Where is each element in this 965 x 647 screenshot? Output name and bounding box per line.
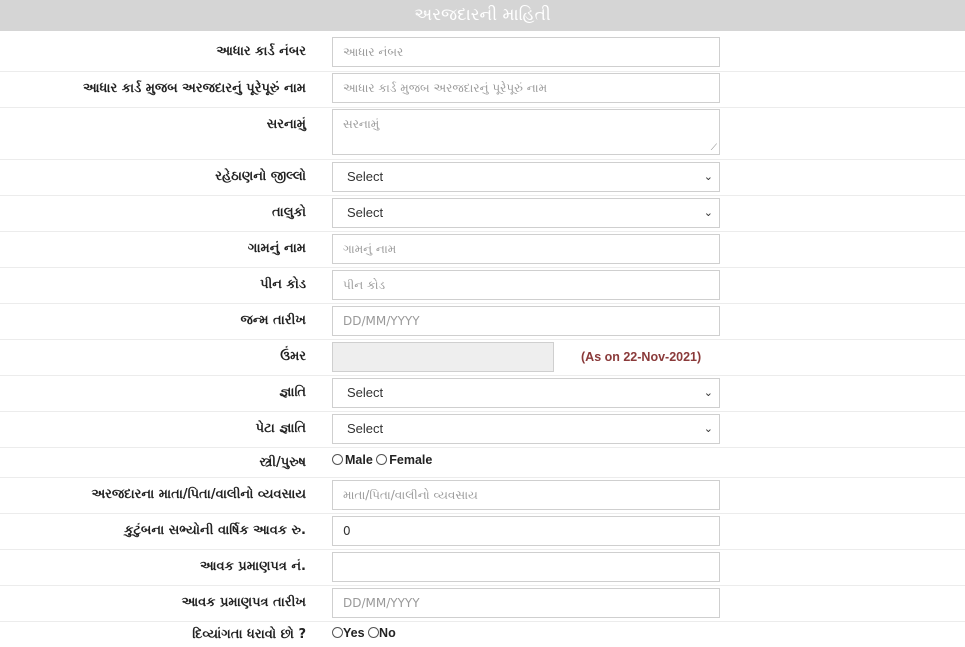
aadhaar-label: આધાર કાર્ડ નંબર	[216, 44, 306, 59]
row-income: કુટુંબના સભ્યોની વાર્ષિક આવક રુ. 0	[0, 513, 965, 550]
row-pincode: પીન કોડ પીન કોડ	[0, 267, 965, 304]
dob-label: જન્મ તારીખ	[240, 313, 306, 328]
row-income-cert-no: આવક પ્રમાણપત્ર નં.	[0, 549, 965, 586]
income-cert-date-label: આવક પ્રમાણપત્ર તારીખ	[181, 595, 306, 610]
row-disability: દિવ્યાંગતા ધરાવો છો ? Yes No	[0, 621, 965, 647]
chevron-down-icon: ⌄	[703, 387, 713, 399]
section-title: અરજદારની માહિતી	[0, 0, 965, 31]
row-name: આધાર કાર્ડ મુજબ અરજદારનું પૂરેપૂરું નામ …	[0, 71, 965, 108]
disability-radio-group: Yes No	[332, 626, 396, 640]
gender-radio-group: Male Female	[332, 453, 432, 467]
income-label: કુટુંબના સભ્યોની વાર્ષિક આવક રુ.	[124, 523, 306, 538]
no-label[interactable]: No	[379, 626, 396, 640]
aadhaar-input[interactable]: આધાર નંબર	[332, 37, 720, 67]
row-gender: સ્ત્રી/પુરુષ Male Female	[0, 447, 965, 478]
income-input[interactable]: 0	[332, 516, 720, 546]
address-textarea[interactable]: સરનામું ⟋	[332, 109, 720, 155]
age-as-on-note: (As on 22-Nov-2021)	[581, 350, 702, 364]
chevron-down-icon: ⌄	[703, 171, 713, 183]
village-input[interactable]: ગામનું નામ	[332, 234, 720, 264]
caste-select[interactable]: Select ⌄	[332, 378, 720, 408]
row-district: રહેઠાણનો જીલ્લો Select ⌄	[0, 159, 965, 196]
subcaste-label: પેટા જ્ઞાતિ	[255, 421, 306, 436]
caste-label: જ્ઞાતિ	[279, 385, 306, 400]
village-label: ગામનું નામ	[247, 241, 306, 256]
row-occupation: અરજદારના માતા/પિતા/વાલીનો વ્યવસાય માતા/પ…	[0, 477, 965, 514]
row-aadhaar: આધાર કાર્ડ નંબર આધાર નંબર	[0, 31, 965, 72]
name-input[interactable]: આધાર કાર્ડ મુજબ અરજદારનું પૂરેપૂરું નામ	[332, 73, 720, 103]
address-label: સરનામું	[266, 117, 306, 132]
row-dob: જન્મ તારીખ DD/MM/YYYY	[0, 303, 965, 340]
row-taluka: તાલુકો Select ⌄	[0, 195, 965, 232]
dob-input[interactable]: DD/MM/YYYY	[332, 306, 720, 336]
row-income-cert-date: આવક પ્રમાણપત્ર તારીખ DD/MM/YYYY	[0, 585, 965, 622]
subcaste-selected: Select	[347, 421, 384, 436]
income-cert-no-input[interactable]	[332, 552, 720, 582]
name-label: આધાર કાર્ડ મુજબ અરજદારનું પૂરેપૂરું નામ	[82, 81, 306, 96]
yes-radio[interactable]	[332, 627, 343, 638]
taluka-selected: Select	[347, 205, 384, 220]
row-age: ઉંમર (As on 22-Nov-2021)	[0, 339, 965, 376]
occupation-label: અરજદારના માતા/પિતા/વાલીનો વ્યવસાય	[91, 487, 306, 502]
male-radio[interactable]	[332, 454, 343, 465]
female-label[interactable]: Female	[389, 453, 432, 467]
gender-label: સ્ત્રી/પુરુષ	[259, 455, 306, 470]
resize-grip-icon[interactable]: ⟋	[711, 144, 717, 153]
row-address: સરનામું સરનામું ⟋	[0, 107, 965, 160]
occupation-input[interactable]: માતા/પિતા/વાલીનો વ્યવસાય	[332, 480, 720, 510]
age-label: ઉંમર	[280, 349, 306, 364]
taluka-label: તાલુકો	[271, 205, 306, 220]
no-radio[interactable]	[368, 627, 380, 638]
district-selected: Select	[347, 169, 384, 184]
district-label: રહેઠાણનો જીલ્લો	[215, 169, 306, 184]
caste-selected: Select	[347, 385, 384, 400]
address-placeholder: સરનામું	[343, 117, 380, 131]
male-label[interactable]: Male	[345, 453, 373, 467]
chevron-down-icon: ⌄	[703, 207, 713, 219]
row-village: ગામનું નામ ગામનું નામ	[0, 231, 965, 268]
yes-label[interactable]: Yes	[343, 626, 365, 640]
row-subcaste: પેટા જ્ઞાતિ Select ⌄	[0, 411, 965, 448]
district-select[interactable]: Select ⌄	[332, 162, 720, 192]
row-caste: જ્ઞાતિ Select ⌄	[0, 375, 965, 412]
female-radio[interactable]	[376, 454, 388, 465]
disability-label: દિવ્યાંગતા ધરાવો છો ?	[192, 627, 306, 642]
income-cert-no-label: આવક પ્રમાણપત્ર નં.	[199, 559, 306, 574]
pincode-input[interactable]: પીન કોડ	[332, 270, 720, 300]
taluka-select[interactable]: Select ⌄	[332, 198, 720, 228]
chevron-down-icon: ⌄	[703, 423, 713, 435]
age-field	[332, 342, 554, 372]
subcaste-select[interactable]: Select ⌄	[332, 414, 720, 444]
income-cert-date-input[interactable]: DD/MM/YYYY	[332, 588, 720, 618]
pincode-label: પીન કોડ	[260, 277, 306, 292]
